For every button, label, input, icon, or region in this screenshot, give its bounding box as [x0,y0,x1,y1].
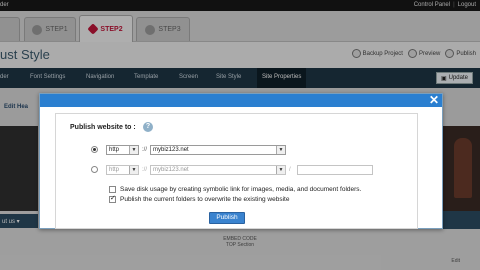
symbolic-link-checkbox[interactable] [109,186,116,193]
option-symbolic-link: Save disk usage by creating symbolic lin… [109,185,361,194]
overwrite-label: Publish the current folders to overwrite… [120,196,290,203]
symbolic-link-label: Save disk usage by creating symbolic lin… [120,186,362,193]
publish-button[interactable]: Publish [209,212,245,224]
help-icon[interactable]: ? [143,122,153,132]
chevron-down-icon: ▼ [129,165,138,174]
destination-row-2: http ▼ :// mybiz123.net ▼ / [91,164,373,175]
option-overwrite: Publish the current folders to overwrite… [109,195,289,204]
protocol-separator: :// [142,146,148,153]
path-input[interactable] [296,164,373,175]
close-icon[interactable]: ✕ [428,93,440,107]
domain-select-1[interactable]: mybiz123.net ▼ [150,144,287,155]
destination-radio-2[interactable] [91,166,98,173]
protocol-separator: :// [142,166,148,173]
chevron-down-icon: ▼ [276,165,286,174]
destination-row-1: http ▼ :// mybiz123.net ▼ [91,144,287,155]
chevron-down-icon: ▼ [129,145,138,154]
destination-radio-1[interactable] [91,146,98,153]
chevron-down-icon: ▼ [276,145,286,154]
domain-select-2[interactable]: mybiz123.net ▼ [150,164,287,175]
protocol-select-1[interactable]: http ▼ [106,144,139,155]
publish-dialog: ✕ Publish website to : ? http ▼ :// mybi… [39,93,443,229]
protocol-select-2[interactable]: http ▼ [106,164,139,175]
path-separator: / [289,166,291,173]
overwrite-checkbox[interactable] [109,196,116,203]
publish-to-label: Publish website to : [70,124,136,131]
dialog-body: Publish website to : ? http ▼ :// mybiz1… [55,113,418,229]
dialog-header: ✕ [40,93,442,107]
